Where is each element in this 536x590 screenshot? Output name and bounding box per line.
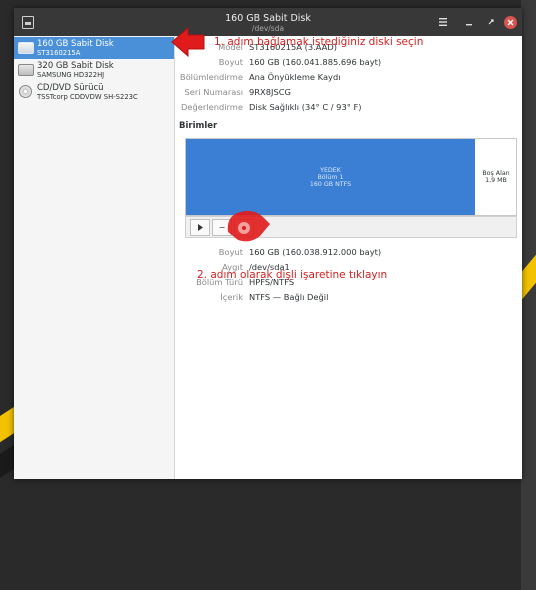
- size-value: 160 GB (160.041.885.696 bayt): [249, 57, 382, 67]
- partition-block[interactable]: YEDEK Bölüm 1 160 GB NTFS: [186, 139, 475, 215]
- contents-value: NTFS — Bağlı Değil: [249, 292, 329, 302]
- partitioning-label: Bölümlendirme: [179, 72, 243, 82]
- disk-name: 320 GB Sabit Disk: [37, 61, 114, 71]
- hard-disk-icon: [18, 42, 34, 54]
- disk-model: TSSTcorp CDDVDW SH-S223C: [37, 93, 138, 101]
- free-space-size: 1,9 MB: [485, 177, 507, 184]
- disk-list-item[interactable]: CD/DVD Sürücü TSSTcorp CDDVDW SH-S223C: [14, 81, 174, 103]
- hamburger-menu-icon[interactable]: [436, 15, 450, 29]
- assessment-value: Disk Sağlıklı (34° C / 93° F): [249, 102, 362, 112]
- disk-list-sidebar: 160 GB Sabit Disk ST3160215A 320 GB Sabi…: [14, 36, 175, 479]
- hard-disk-icon: [18, 64, 34, 76]
- disk-name: 160 GB Sabit Disk: [37, 39, 114, 49]
- partition-number: Bölüm 1: [317, 174, 344, 181]
- play-icon: [198, 224, 203, 231]
- disk-list-item[interactable]: 320 GB Sabit Disk SAMSUNG HD322HJ: [14, 59, 174, 81]
- volume-size-label: Boyut: [218, 247, 243, 257]
- partition-name: YEDEK: [320, 167, 341, 174]
- disk-model: SAMSUNG HD322HJ: [37, 71, 105, 79]
- serial-label: Seri Numarası: [184, 87, 243, 97]
- volume-size-value: 160 GB (160.038.912.000 bayt): [249, 247, 382, 257]
- title-bar[interactable]: 160 GB Sabit Disk /dev/sda: [14, 8, 522, 36]
- step1-annotation: 1. adım bağlamak istediğiniz diski seçin: [214, 36, 424, 48]
- free-space-label[interactable]: Boş Alan: [478, 170, 514, 177]
- disk-name: CD/DVD Sürücü: [37, 83, 104, 93]
- step2-arrow-icon: [227, 210, 270, 242]
- minimize-icon[interactable]: [462, 15, 476, 29]
- volumes-heading: Birimler: [179, 121, 218, 131]
- partition-map: YEDEK Bölüm 1 160 GB NTFS Boş Alan 1,9 M…: [185, 138, 517, 216]
- step2-annotation: 2. adım olarak dişli işaretine tıklayın: [197, 269, 388, 281]
- mount-button[interactable]: [190, 219, 210, 236]
- close-icon[interactable]: [504, 16, 517, 29]
- disk-list-item[interactable]: 160 GB Sabit Disk ST3160215A: [14, 37, 174, 59]
- step1-arrow-icon: [171, 26, 205, 58]
- contents-label: İçerik: [220, 292, 243, 302]
- optical-drive-icon: [19, 85, 32, 98]
- partitioning-value: Ana Önyükleme Kaydı: [249, 72, 341, 82]
- maximize-icon[interactable]: [484, 15, 498, 29]
- disk-details-pane: Model ST3160215A (3.AAD) Boyut 160 GB (1…: [175, 36, 522, 479]
- disk-model: ST3160215A: [37, 49, 81, 57]
- serial-value: 9RX8JSCG: [249, 87, 291, 97]
- partition-size: 160 GB NTFS: [309, 181, 352, 188]
- assessment-label: Değerlendirme: [181, 102, 243, 112]
